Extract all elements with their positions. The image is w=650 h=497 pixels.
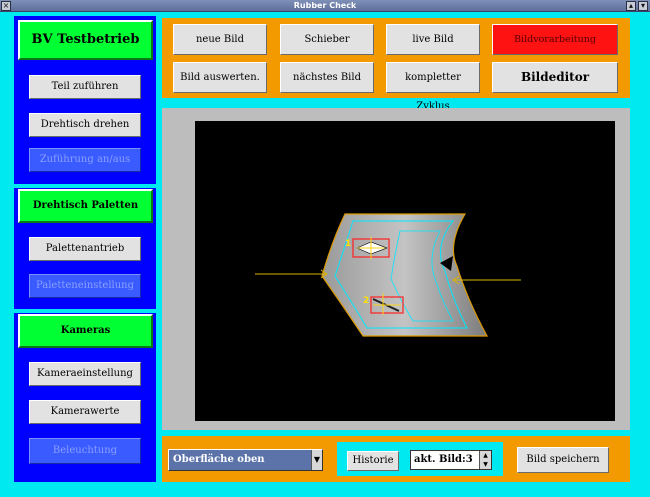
- schieber-button[interactable]: Schieber: [280, 24, 374, 55]
- zufuehrung-button[interactable]: Zuführung an/aus: [29, 148, 141, 172]
- current-image-spinner[interactable]: akt. Bild:3 ▲ ▼: [410, 450, 492, 470]
- kompletter-zyklus-button[interactable]: kompletter Zyklus: [386, 62, 480, 112]
- spinner-buttons[interactable]: ▲ ▼: [479, 451, 491, 469]
- naechstes-bild-button[interactable]: nächstes Bild: [280, 62, 374, 93]
- paletteneinstellung-button[interactable]: Paletteneinstellung: [29, 274, 141, 298]
- bild-speichern-button[interactable]: Bild speichern: [517, 447, 609, 473]
- bildvorarbeitung-schliessen-button[interactable]: Bildvorarbeitung schliessen: [492, 24, 618, 74]
- camera-image-canvas[interactable]: 1 2: [195, 121, 615, 421]
- teil-zufuehren-button[interactable]: Teil zuführen: [29, 75, 141, 99]
- surface-select[interactable]: Oberfläche oben ▼: [168, 449, 323, 471]
- current-image-value: akt. Bild:3: [414, 454, 473, 465]
- palettenantrieb-button[interactable]: Palettenantrieb: [29, 237, 141, 261]
- neue-bild-button[interactable]: neue Bild: [173, 24, 267, 55]
- part-image: 1 2: [255, 213, 521, 337]
- bild-auswerten-button[interactable]: Bild auswerten.: [173, 62, 267, 93]
- maximize-icon[interactable]: ▾: [638, 1, 648, 11]
- header-drehtisch-paletten: Drehtisch Paletten: [18, 189, 153, 223]
- marker-label-1: 1: [345, 239, 351, 249]
- surface-select-value: Oberfläche oben: [173, 454, 265, 465]
- historie-button[interactable]: Historie: [347, 451, 399, 471]
- beleuchtung-button[interactable]: Beleuchtung: [29, 438, 141, 464]
- header-kameras: Kameras: [18, 314, 153, 348]
- kamerawerte-button[interactable]: Kamerawerte: [29, 400, 141, 424]
- section-divider: [14, 184, 156, 188]
- minimize-icon[interactable]: ▴: [626, 1, 636, 11]
- drehtisch-drehen-button[interactable]: Drehtisch drehen: [29, 113, 141, 137]
- live-bild-button[interactable]: live Bild: [386, 24, 480, 55]
- spinner-up-icon[interactable]: ▲: [480, 451, 491, 460]
- marker-label-2: 2: [363, 296, 369, 306]
- kameraeinstellung-button[interactable]: Kameraeinstellung: [29, 362, 141, 386]
- window-titlebar[interactable]: × Rubber Check ▴ ▾: [0, 0, 650, 12]
- header-bv-testbetrieb: BV Testbetrieb: [18, 20, 153, 60]
- window-title: Rubber Check: [293, 1, 357, 10]
- spinner-down-icon[interactable]: ▼: [480, 460, 491, 469]
- section-divider: [14, 309, 156, 313]
- bildeditor-button[interactable]: Bildeditor: [492, 62, 618, 93]
- chevron-down-icon[interactable]: ▼: [311, 450, 322, 470]
